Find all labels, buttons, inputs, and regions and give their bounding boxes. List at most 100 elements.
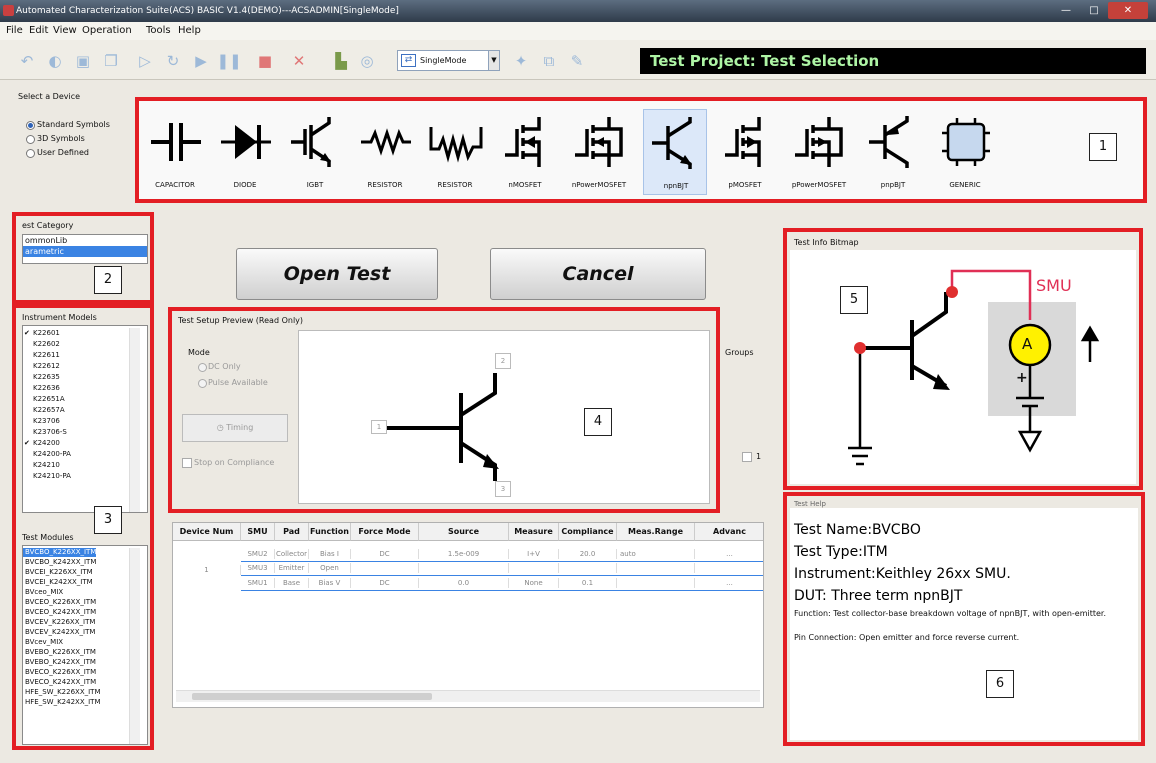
- instrument-item[interactable]: K24200-PA: [23, 449, 71, 460]
- menu-help[interactable]: Help: [178, 22, 201, 40]
- module-item[interactable]: BVCEV_K242XX_ITM: [23, 628, 95, 637]
- device-pnpbjt[interactable]: pnpBJT: [861, 109, 925, 195]
- module-item[interactable]: BVEBO_K242XX_ITM: [23, 658, 96, 667]
- modules-scrollbar[interactable]: [129, 548, 140, 744]
- module-item[interactable]: BVEBO_K226XX_ITM: [23, 648, 96, 657]
- table-cell[interactable]: Bias I: [309, 549, 351, 559]
- table-cell[interactable]: 20.0: [559, 549, 617, 559]
- instrument-item[interactable]: K22635: [23, 372, 60, 383]
- instrument-item[interactable]: K22657A: [23, 405, 65, 416]
- menu-file[interactable]: File: [6, 22, 23, 40]
- table-cell[interactable]: SMU1: [241, 578, 275, 588]
- append-run-icon[interactable]: ▶: [190, 50, 212, 72]
- table-cell[interactable]: ...: [695, 549, 763, 559]
- module-item[interactable]: BVCEV_K226XX_ITM: [23, 618, 95, 627]
- table-cell[interactable]: Collector: [275, 549, 309, 559]
- table-cell[interactable]: [351, 563, 419, 573]
- module-item[interactable]: HFE_SW_K242XX_ITM: [23, 698, 101, 707]
- module-item[interactable]: BVCEO_K226XX_ITM: [23, 598, 96, 607]
- scrollbar-thumb[interactable]: [192, 693, 432, 700]
- stop-icon[interactable]: ■: [254, 50, 276, 72]
- module-item[interactable]: BVCEI_K242XX_ITM: [23, 578, 93, 587]
- module-item[interactable]: BVCBO_K242XX_ITM: [23, 558, 96, 567]
- instrument-item[interactable]: K23706-S: [23, 427, 67, 438]
- close-button[interactable]: ✕: [1108, 2, 1148, 19]
- radio-standard-symbols[interactable]: Standard Symbols: [26, 120, 110, 130]
- maximize-button[interactable]: □: [1080, 2, 1108, 19]
- cancel-button[interactable]: Cancel: [490, 248, 706, 300]
- repeat-icon[interactable]: ↻: [162, 50, 184, 72]
- module-item[interactable]: BVcev_MIX: [23, 638, 63, 647]
- mode-dropdown-button[interactable]: ▼: [488, 50, 500, 71]
- menu-operation[interactable]: Operation: [82, 22, 132, 40]
- group-checkbox[interactable]: [742, 452, 752, 462]
- minimize-button[interactable]: —: [1052, 2, 1080, 19]
- table-cell[interactable]: SMU3: [241, 563, 275, 573]
- device-diode[interactable]: DIODE: [213, 109, 277, 195]
- instrument-item[interactable]: K22651A: [23, 394, 65, 405]
- table-cell[interactable]: Open: [309, 563, 351, 573]
- device-resistor-4t[interactable]: RESISTOR: [423, 109, 487, 195]
- delete-icon[interactable]: ✕: [288, 50, 310, 72]
- module-item[interactable]: BVECO_K226XX_ITM: [23, 668, 96, 677]
- table-cell[interactable]: DC: [351, 549, 419, 559]
- device-generic[interactable]: GENERIC: [933, 109, 997, 195]
- table-cell[interactable]: [559, 563, 617, 573]
- module-item[interactable]: BVceo_MIX: [23, 588, 63, 597]
- table-cell[interactable]: I+V: [509, 549, 559, 559]
- table-cell[interactable]: Bias V: [309, 578, 351, 588]
- table-cell[interactable]: ...: [695, 578, 763, 588]
- save-all-icon[interactable]: ❐: [100, 50, 122, 72]
- module-item[interactable]: BVCEI_K226XX_ITM: [23, 568, 93, 577]
- instrument-scrollbar[interactable]: [129, 328, 140, 512]
- instrument-item[interactable]: K23706: [23, 416, 60, 427]
- table-cell[interactable]: Base: [275, 578, 309, 588]
- table-cell[interactable]: 0.0: [419, 578, 509, 588]
- undo-icon[interactable]: ↶: [16, 50, 38, 72]
- table-cell[interactable]: [695, 563, 763, 573]
- instrument-item[interactable]: K24210-PA: [23, 471, 71, 482]
- device-capacitor[interactable]: CAPACITOR: [143, 109, 207, 195]
- instrument-item[interactable]: ✔ K22601: [23, 328, 60, 339]
- module-item[interactable]: BVCEO_K242XX_ITM: [23, 608, 96, 617]
- table-cell[interactable]: 1.5e-009: [419, 549, 509, 559]
- radio-user-defined[interactable]: User Defined: [26, 148, 89, 158]
- category-item[interactable]: ommonLib: [23, 235, 147, 246]
- instrument-item[interactable]: K22602: [23, 339, 60, 350]
- device-npnbjt[interactable]: npnBJT: [643, 109, 707, 195]
- table-cell[interactable]: DC: [351, 578, 419, 588]
- module-item-selected[interactable]: BVCBO_K226XX_ITM: [23, 548, 97, 557]
- device-npowermosfet[interactable]: nPowerMOSFET: [567, 109, 631, 195]
- table-cell[interactable]: SMU2: [241, 549, 275, 559]
- tool-icon[interactable]: ✦: [510, 50, 532, 72]
- table-horizontal-scrollbar[interactable]: [176, 690, 760, 702]
- table-cell[interactable]: [509, 563, 559, 573]
- open-test-button[interactable]: Open Test: [236, 248, 438, 300]
- module-item[interactable]: HFE_SW_K226XX_ITM: [23, 688, 101, 697]
- table-cell[interactable]: auto: [617, 549, 695, 559]
- device-nmosfet[interactable]: nMOSFET: [493, 109, 557, 195]
- copy-icon[interactable]: ⧉: [538, 50, 560, 72]
- pause-icon[interactable]: ❚❚: [216, 50, 241, 72]
- device-resistor[interactable]: RESISTOR: [353, 109, 417, 195]
- table-cell[interactable]: [419, 563, 509, 573]
- menu-edit[interactable]: Edit: [29, 22, 48, 40]
- device-ppowermosfet[interactable]: pPowerMOSFET: [787, 109, 851, 195]
- radio-3d-symbols[interactable]: 3D Symbols: [26, 134, 85, 144]
- module-item[interactable]: BVECO_K242XX_ITM: [23, 678, 96, 687]
- instrument-item[interactable]: ✔ K24200: [23, 438, 60, 449]
- open-icon[interactable]: ◐: [44, 50, 66, 72]
- table-cell[interactable]: [617, 578, 695, 588]
- refresh-icon[interactable]: ◎: [356, 50, 378, 72]
- device-pmosfet[interactable]: pMOSFET: [713, 109, 777, 195]
- table-cell[interactable]: Emitter: [275, 563, 309, 573]
- run-icon[interactable]: ▷: [134, 50, 156, 72]
- save-icon[interactable]: ▣: [72, 50, 94, 72]
- menu-view[interactable]: View: [53, 22, 77, 40]
- table-cell[interactable]: 0.1: [559, 578, 617, 588]
- table-cell[interactable]: [617, 563, 695, 573]
- report-icon[interactable]: ✎: [566, 50, 588, 72]
- instrument-item[interactable]: K22612: [23, 361, 60, 372]
- instrument-item[interactable]: K22611: [23, 350, 60, 361]
- instrument-item[interactable]: K24210: [23, 460, 60, 471]
